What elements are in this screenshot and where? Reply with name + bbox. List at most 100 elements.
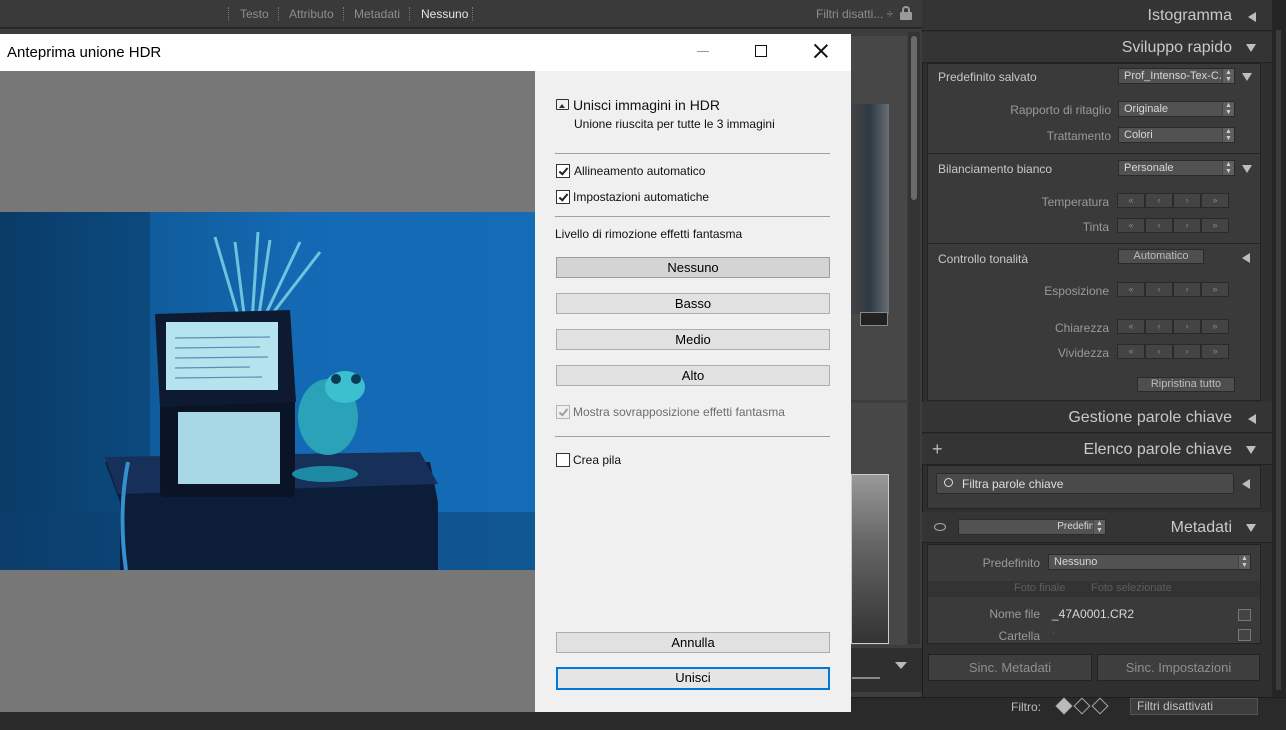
step-large-up-button[interactable]: » [1201, 282, 1229, 297]
auto-tone-button[interactable]: Automatico [1118, 249, 1204, 264]
filter-tab-text[interactable]: Testo [240, 0, 269, 28]
step-down-button[interactable]: ‹ [1145, 193, 1173, 208]
maximize-icon[interactable] [755, 45, 767, 57]
reset-all-button[interactable]: Ripristina tutto [1137, 377, 1235, 392]
go-to-folder-icon[interactable] [1238, 629, 1251, 641]
step-down-button[interactable]: ‹ [1145, 218, 1173, 233]
white-balance-select[interactable]: Personale ▲ ▼ [1118, 160, 1235, 176]
step-large-down-button[interactable]: « [1117, 282, 1145, 297]
step-large-down-button[interactable]: « [1117, 344, 1145, 359]
filter-tab-none[interactable]: Nessuno [421, 0, 468, 28]
metadata-title: Metadati [1170, 519, 1232, 536]
minimize-icon[interactable] [697, 51, 709, 52]
cancel-button[interactable]: Annulla [556, 632, 830, 653]
auto-settings-checkbox[interactable] [556, 190, 570, 204]
step-up-button[interactable]: › [1173, 193, 1201, 208]
saved-preset-value: Prof_Intenso-Tex-C... [1124, 70, 1228, 82]
step-up-button[interactable]: › [1173, 282, 1201, 297]
create-stack-label[interactable]: Crea pila [573, 453, 621, 467]
deghost-low-button[interactable]: Basso [556, 293, 830, 314]
collapse-left-icon [1248, 12, 1256, 22]
metadata-preset-value-select[interactable]: Nessuno ▲ ▼ [1048, 554, 1251, 570]
preview-photo-graphic [0, 212, 535, 570]
unflag-icon[interactable] [1073, 697, 1091, 715]
filter-preset-dropdown[interactable]: Filtri disatti... ÷ [816, 0, 893, 28]
vibrance-stepper[interactable]: «‹ ›» [1117, 344, 1229, 359]
step-down-button[interactable]: ‹ [1145, 282, 1173, 297]
expand-down-icon[interactable] [1242, 165, 1252, 173]
folder-value[interactable]: ʼ [1052, 629, 1055, 643]
updown-icon: ▲ ▼ [1222, 102, 1234, 116]
filmstrip-filter-select[interactable]: Filtri disattivati [1130, 698, 1258, 715]
tint-stepper[interactable]: «‹ ›» [1117, 218, 1229, 233]
reject-icon[interactable] [1091, 697, 1109, 715]
sync-settings-button[interactable]: Sinc. Impostazioni [1097, 654, 1260, 681]
histogram-header[interactable]: Istogramma [922, 0, 1272, 31]
merge-button[interactable]: Unisci [556, 667, 830, 690]
panel-scrollbar-thumb[interactable] [1276, 30, 1281, 690]
lock-icon[interactable] [900, 6, 912, 20]
quick-develop-header[interactable]: Sviluppo rapido [922, 32, 1272, 63]
metadata-preset-select[interactable]: Predefinito ▲ ▼ [958, 519, 1106, 535]
step-up-button[interactable]: › [1173, 319, 1201, 334]
clarity-stepper[interactable]: «‹ ›» [1117, 319, 1229, 334]
filename-value[interactable]: _47A0001.CR2 [1052, 607, 1134, 621]
collapse-left-icon[interactable] [1242, 479, 1250, 489]
keyword-filter-input[interactable]: Filtra parole chiave [936, 473, 1234, 494]
step-large-down-button[interactable]: « [1117, 319, 1145, 334]
exposure-stepper[interactable]: «‹ ›» [1117, 282, 1229, 297]
saved-preset-select[interactable]: Prof_Intenso-Tex-C... ▲ ▼ [1118, 68, 1235, 84]
exposure-label: Esposizione [1044, 284, 1109, 298]
updown-icon: ▲ ▼ [1238, 555, 1250, 569]
add-keyword-button[interactable]: + [932, 434, 943, 465]
temperature-stepper[interactable]: «‹ ›» [1117, 193, 1229, 208]
expand-down-icon[interactable] [1242, 73, 1252, 81]
step-large-up-button[interactable]: » [1201, 193, 1229, 208]
step-large-up-button[interactable]: » [1201, 344, 1229, 359]
deghost-none-button[interactable]: Nessuno [556, 257, 830, 278]
keywording-header[interactable]: Gestione parole chiave [922, 402, 1272, 433]
divider [928, 153, 1260, 154]
deghost-high-button[interactable]: Alto [556, 365, 830, 386]
step-up-button[interactable]: › [1173, 218, 1201, 233]
eye-icon[interactable] [934, 523, 946, 531]
step-large-up-button[interactable]: » [1201, 218, 1229, 233]
tint-label: Tinta [1082, 220, 1109, 234]
deghost-medium-button[interactable]: Medio [556, 329, 830, 350]
auto-settings-label[interactable]: Impostazioni automatiche [573, 190, 709, 204]
crop-ratio-select[interactable]: Originale ▲ ▼ [1118, 101, 1235, 117]
show-overlay-label: Mostra sovrapposizione effetti fantasma [573, 405, 785, 419]
filter-tab-attribute[interactable]: Attributo [289, 0, 334, 28]
grid-scrollbar-thumb[interactable] [911, 36, 917, 200]
show-overlay-checkbox[interactable] [556, 405, 570, 419]
metadata-target-bar: Foto finale Foto selezionate [928, 581, 1260, 597]
thumbnail-size-slider[interactable] [852, 677, 880, 679]
step-large-down-button[interactable]: « [1117, 193, 1145, 208]
treatment-value: Colori [1124, 129, 1153, 141]
toolbar-menu-icon[interactable] [895, 662, 907, 669]
step-down-button[interactable]: ‹ [1145, 319, 1173, 334]
step-large-up-button[interactable]: » [1201, 319, 1229, 334]
step-up-button[interactable]: › [1173, 344, 1201, 359]
selected-photos-tab[interactable]: Foto selezionate [1091, 582, 1172, 594]
collapse-left-icon [1248, 414, 1256, 424]
photo-thumbnail[interactable] [851, 104, 889, 314]
filter-tab-metadata[interactable]: Metadati [354, 0, 400, 28]
treatment-select[interactable]: Colori ▲ ▼ [1118, 127, 1235, 143]
auto-align-label[interactable]: Allineamento automatico [574, 164, 705, 178]
auto-align-checkbox[interactable] [556, 164, 570, 178]
target-photo-tab[interactable]: Foto finale [1014, 582, 1065, 594]
photo-thumbnail[interactable] [851, 474, 889, 644]
flag-filter-icons[interactable] [1054, 697, 1112, 716]
collapse-left-icon[interactable] [1242, 253, 1250, 263]
metadata-header[interactable]: Predefinito ▲ ▼ Metadati [922, 512, 1272, 543]
list-icon[interactable] [1238, 609, 1251, 621]
step-down-button[interactable]: ‹ [1145, 344, 1173, 359]
sync-metadata-button[interactable]: Sinc. Metadati [928, 654, 1092, 681]
flag-icon[interactable] [1055, 697, 1073, 715]
updown-icon: ▲ ▼ [1093, 520, 1105, 534]
keyword-list-header[interactable]: + Elenco parole chiave [922, 434, 1272, 465]
create-stack-checkbox[interactable] [556, 453, 570, 467]
close-icon[interactable] [813, 43, 829, 59]
step-large-down-button[interactable]: « [1117, 218, 1145, 233]
